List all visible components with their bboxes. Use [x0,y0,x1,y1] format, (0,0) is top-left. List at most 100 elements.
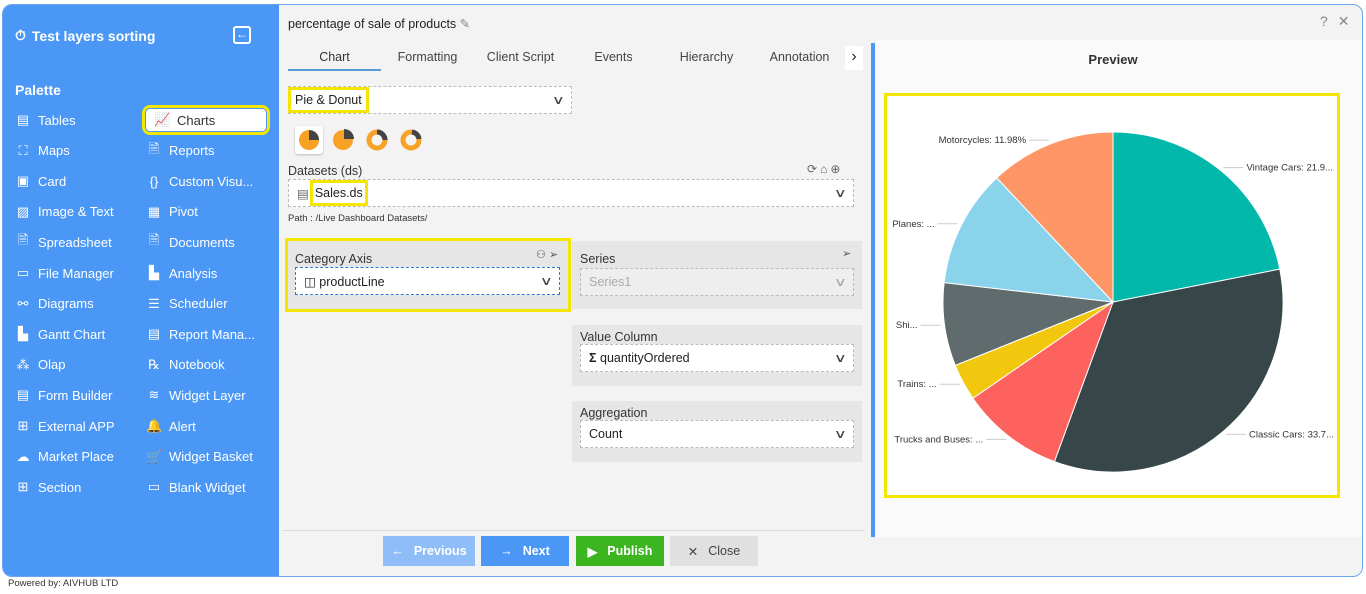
sidebar-item-spreadsheet[interactable]: 🗎 Spreadsheet [15,231,112,253]
hierarchy-icon[interactable]: ⚇ [536,249,546,261]
bell-icon: 🔔 [146,418,163,433]
dataset-select[interactable]: ▤ Sales.ds ∨ [288,179,854,207]
donut-variant-icon[interactable] [363,126,391,154]
home-icon[interactable]: ⌂ [820,162,827,176]
dataset-path: Path : /Live Dashboard Datasets/ [288,213,428,224]
sidebar-item-documents[interactable]: 🗎 Documents [146,231,235,253]
report-icon: 🗎 [148,140,160,156]
aggregation-select[interactable]: Count ∨ [580,420,854,448]
donut-exploded-variant-icon[interactable] [397,126,425,154]
sidebar-item-maps[interactable]: ⛶ Maps [15,140,69,162]
publish-button[interactable]: ▶ Publish [576,536,664,566]
sidebar-item-charts[interactable]: 📈 Charts [142,105,270,135]
tab-annotation[interactable]: Annotation [753,47,846,71]
card-icon: ▣ [16,173,30,189]
tab-client-script[interactable]: Client Script [474,47,567,71]
sidebar-item-reports[interactable]: 🗎 Reports [146,140,215,162]
sidebar-item-report-mana[interactable]: ▤ Report Mana... [146,323,255,345]
apps-icon: ⊞ [17,418,29,433]
sidebar-item-form-builder[interactable]: ▤ Form Builder [15,384,113,406]
value-column-group: Value Column Σ quantityOrdered ∨ [572,325,862,386]
datasets-label: Datasets (ds) [288,164,363,178]
gantt-icon: ▙ [18,326,28,342]
sidebar-item-card[interactable]: ▣ Card [15,170,66,192]
divider [282,530,865,531]
sidebar-item-olap[interactable]: ⁂ Olap [15,354,66,376]
sidebar-item-blank-widget[interactable]: ▭ Blank Widget [146,476,246,498]
series-select[interactable]: Series1 ∨ [580,268,854,296]
file-manager-icon: ▭ [16,265,30,280]
table-icon: ▤ [16,112,30,127]
value-column-select[interactable]: Σ quantityOrdered ∨ [580,344,854,372]
tab-bar: Chart Formatting Client Script Events Hierar… [288,47,846,71]
sidebar-item-diagrams[interactable]: ⚯ Diagrams [15,293,94,315]
slice-label: Classic Cars: 33.7... [1249,429,1334,440]
diagram-icon: ⚯ [17,295,29,311]
previous-button[interactable]: ← Previous [383,536,475,566]
pivot-icon: ▦ [147,203,161,219]
chart-type-select[interactable]: Pie & Donut ∨ [288,86,572,114]
sidebar-item-tables[interactable]: ▤ Tables [15,109,76,131]
sidebar-item-custom-visu[interactable]: {} Custom Visu... [146,170,254,192]
editor-panel: percentage of sale of products ✎ Chart Fo… [279,5,872,576]
blank-widget-icon: ▭ [147,479,161,495]
category-axis-select[interactable]: ◫ productLine ∨ [295,267,560,295]
resize-handle[interactable] [871,43,875,537]
basket-icon: 🛒 [146,448,163,464]
tab-events[interactable]: Events [567,47,660,71]
chevron-down-icon: ∨ [834,427,848,441]
sidebar-item-file-manager[interactable]: ▭ File Manager [15,262,114,284]
tab-formatting[interactable]: Formatting [381,47,474,71]
rx-icon: ℞ [148,356,160,372]
pie-exploded-variant-icon[interactable] [329,126,357,154]
tab-chart[interactable]: Chart [288,47,381,71]
sidebar-item-alert[interactable]: 🔔 Alert [146,415,196,437]
send-icon[interactable]: ➢ [549,249,558,261]
refresh-icon[interactable]: ⟳ [807,162,817,176]
map-icon: ⛶ [18,142,28,158]
arrow-right-icon: → [500,544,513,558]
send-icon[interactable]: ➢ [842,247,851,260]
database-icon: ▤ [297,186,309,201]
slice-label: Planes: ... [892,219,934,230]
olap-icon: ⁂ [16,356,30,372]
add-icon[interactable]: ⊕ [830,162,840,176]
section-icon: ⊞ [17,479,29,495]
category-axis-group: Category Axis ⚇ ➢ ◫ productLine ∨ [285,238,571,312]
chart-icon: 📈 [154,112,171,127]
collapse-sidebar-button[interactable]: ← [233,26,251,44]
sidebar-item-external-app[interactable]: ⊞ External APP [15,415,115,437]
chevron-down-icon: ∨ [834,275,848,289]
category-axis-label: Category Axis [295,252,373,266]
chevron-down-icon: ∨ [540,274,554,288]
pie-chart: Vintage Cars: 21.9... Classic Cars: 33.7.… [892,131,1334,473]
slice-label: Shi... [896,320,918,331]
pie-variant-icon[interactable] [295,126,323,154]
sidebar-item-scheduler[interactable]: ☰ Scheduler [146,293,227,315]
tabs-scroll-right-button[interactable]: › [845,46,863,70]
next-button[interactable]: → Next [481,536,569,566]
sidebar-item-widget-layer[interactable]: ≋ Widget Layer [146,384,246,406]
series-label: Series [580,252,616,266]
sidebar-item-analysis[interactable]: ▙ Analysis [146,262,217,284]
sidebar-item-gantt-chart[interactable]: ▙ Gantt Chart [15,323,105,345]
sidebar-item-section[interactable]: ⊞ Section [15,476,82,498]
app-logo-icon: ⏱ [15,27,26,43]
sidebar-item-widget-basket[interactable]: 🛒 Widget Basket [146,446,253,468]
braces-icon: {} [149,173,159,189]
sidebar-item-market-place[interactable]: ☁ Market Place [15,446,114,468]
spreadsheet-icon: 🗎 [17,232,29,248]
close-button[interactable]: ✕ Close [670,536,758,566]
tab-hierarchy[interactable]: Hierarchy [660,47,753,71]
arrow-left-icon: ← [391,544,404,558]
window-close-button[interactable]: ✕ [1338,13,1350,30]
document-icon: 🗎 [148,232,160,248]
sidebar-item-image-text[interactable]: ▨ Image & Text [15,201,114,223]
help-button[interactable]: ? [1320,13,1328,30]
edit-icon[interactable]: ✎ [460,17,470,31]
sidebar-item-pivot[interactable]: ▦ Pivot [146,201,198,223]
widget-title: percentage of sale of products ✎ [288,17,471,31]
sidebar-item-notebook[interactable]: ℞ Notebook [146,354,224,376]
slice-label: Motorcycles: 11.98% [939,135,1027,146]
clipboard-icon: ▤ [147,326,161,342]
